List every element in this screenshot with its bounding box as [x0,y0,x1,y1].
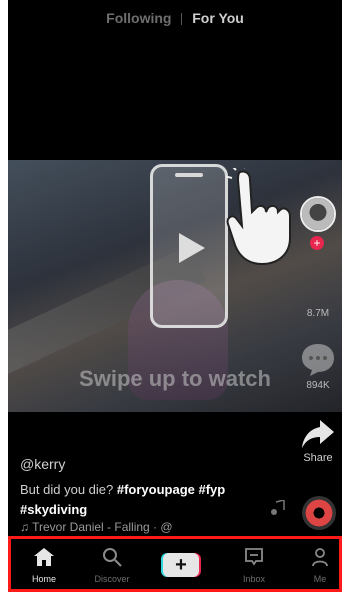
nav-inbox-label: Inbox [242,574,266,584]
nav-home[interactable]: Home [17,547,71,584]
nav-home-label: Home [31,574,56,584]
swipe-instruction: Swipe up to watch [79,366,271,391]
play-icon [179,233,205,263]
hand-pointer-icon [226,168,291,266]
create-button[interactable]: + [161,553,201,577]
music-ticker[interactable]: ♫ Trevor Daniel - Falling · @ [20,520,173,534]
tab-divider [181,13,183,26]
avatar-image [302,198,334,230]
nav-me-label: Me [313,574,327,584]
nav-me[interactable]: Me [293,547,342,584]
plus-icon: + [163,553,199,577]
home-icon [34,548,54,566]
person-icon [312,548,328,567]
app-screen: Following For You Swipe up to watch + 8.… [8,0,342,592]
bottom-nav: Home Discover + Inbox Me [8,536,342,592]
tab-following[interactable]: Following [100,10,177,26]
phone-notch [175,173,203,177]
sound-disc[interactable] [302,496,336,530]
tab-for-you[interactable]: For You [186,10,250,26]
nav-discover[interactable]: Discover [85,547,139,584]
comment-icon[interactable] [300,342,336,376]
hashtag-line-1[interactable]: #foryoupage #fyp [117,482,225,497]
music-note-icon [271,500,285,515]
phone-outline-icon [150,164,228,328]
creator-username[interactable]: @kerry [20,456,65,472]
nav-discover-label: Discover [94,574,130,584]
description-text: But did you die? [20,482,117,497]
nav-inbox[interactable]: Inbox [227,547,281,584]
share-arrow-icon[interactable] [300,418,336,450]
creator-avatar[interactable] [300,196,336,232]
search-icon [103,548,122,567]
feed-tabs: Following For You [8,10,342,26]
comments-count: 894K [306,380,330,391]
share-label[interactable]: Share [298,452,338,464]
hashtag-line-2[interactable]: #skydiving [20,502,87,517]
video-description: But did you die? #foryoupage #fyp #skydi… [20,480,260,520]
inbox-icon [245,548,263,566]
follow-plus-icon[interactable]: + [310,236,324,250]
likes-count: 8.7M [306,308,330,319]
